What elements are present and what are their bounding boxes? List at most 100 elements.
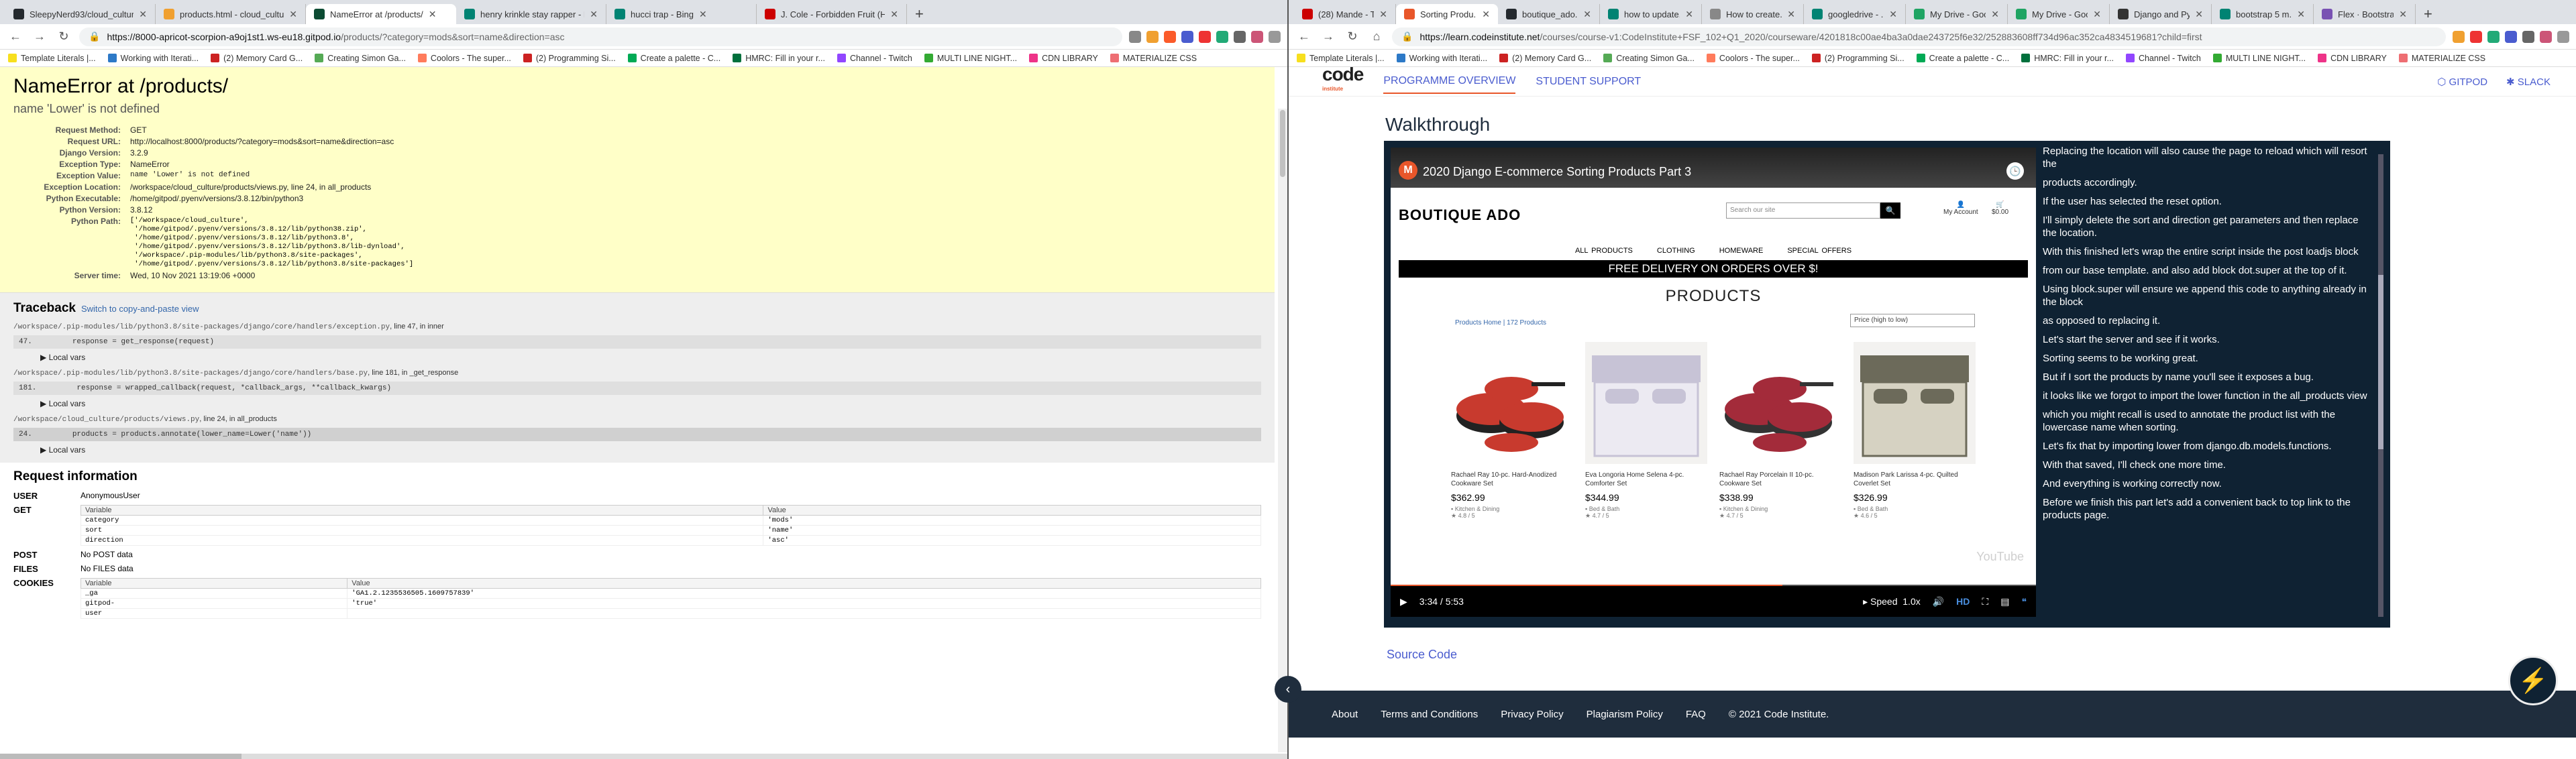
browser-tab[interactable]: hucci trap - Bing ✕	[606, 4, 757, 24]
slack-link[interactable]: ✱ SLACK	[2506, 76, 2551, 88]
new-tab-icon[interactable]: +	[907, 4, 932, 24]
transcript-line[interactable]: With this finished let's wrap the entire…	[2043, 245, 2367, 258]
browser-tab[interactable]: bootstrap 5 m... ✕	[2212, 4, 2314, 24]
home-icon[interactable]: ⌂	[1368, 30, 1385, 44]
bookmark-item[interactable]: Working with Iterati...	[107, 54, 199, 63]
extension-icon[interactable]	[2453, 30, 2465, 43]
bookmark-item[interactable]: Creating Simon Ga...	[315, 54, 406, 63]
captions-icon[interactable]: ▤	[2000, 596, 2009, 607]
extension-icon[interactable]	[1164, 30, 1176, 43]
horizontal-scrollbar[interactable]	[0, 754, 1287, 759]
bookmark-item[interactable]: CDN LIBRARY	[2318, 54, 2387, 63]
speed-control[interactable]: ▸ Speed 1.0x	[1863, 596, 1921, 607]
source-code-link[interactable]: Source Code	[1387, 648, 1457, 662]
video-player[interactable]: M 2020 Django E-commerce Sorting Product…	[1391, 148, 2036, 617]
video-title[interactable]: 2020 Django E-commerce Sorting Products …	[1423, 165, 1691, 179]
extension-icon[interactable]	[2505, 30, 2517, 43]
footer-link[interactable]: Privacy Policy	[1501, 709, 1563, 720]
transcript-line[interactable]: Sorting seems to be working great.	[2043, 352, 2367, 365]
bookmark-item[interactable]: HMRC: Fill in your r...	[733, 54, 825, 63]
close-icon[interactable]: ✕	[1583, 9, 1591, 20]
browser-tab[interactable]: (28) Mande - T... ✕	[1294, 4, 1396, 24]
transcript-line[interactable]: Replacing the location will also cause t…	[2043, 145, 2367, 170]
transcript-line[interactable]: as opposed to replacing it.	[2043, 314, 2367, 327]
forward-icon[interactable]: →	[31, 30, 48, 44]
bookmark-item[interactable]: Coolors - The super...	[1706, 54, 1800, 63]
close-icon[interactable]: ✕	[2093, 9, 2101, 20]
play-icon[interactable]: ▶	[1400, 596, 1407, 607]
browser-tab[interactable]: boutique_ado... ✕	[1498, 4, 1600, 24]
extension-icon[interactable]	[2487, 30, 2500, 43]
browser-tab[interactable]: Django and Pyt... ✕	[2110, 4, 2212, 24]
frame-code[interactable]: 181. response = wrapped_callback(request,…	[13, 382, 1261, 395]
browser-tab[interactable]: My Drive - Goo... ✕	[2008, 4, 2110, 24]
bookmark-item[interactable]: (2) Programming Si...	[1811, 54, 1904, 63]
bookmark-item[interactable]: Template Literals |...	[1297, 54, 1385, 63]
close-icon[interactable]: ✕	[590, 9, 598, 20]
volume-icon[interactable]: 🔊	[1933, 596, 1944, 607]
local-vars-toggle[interactable]: ▶ Local vars	[40, 445, 1261, 455]
back-icon[interactable]: ←	[7, 30, 24, 44]
browser-tab[interactable]: googledrive - ... ✕	[1804, 4, 1906, 24]
close-icon[interactable]: ✕	[1787, 9, 1795, 20]
close-icon[interactable]: ✕	[699, 9, 707, 20]
close-icon[interactable]: ✕	[2297, 9, 2305, 20]
bookmark-item[interactable]: MATERIALIZE CSS	[1110, 54, 1197, 63]
browser-tab[interactable]: products.html - cloud_culture ✕	[156, 4, 306, 24]
gitpod-link[interactable]: ⬡ GITPOD	[2437, 76, 2487, 88]
local-vars-toggle[interactable]: ▶ Local vars	[40, 399, 1261, 408]
browser-tab[interactable]: SleepyNerd93/cloud_culture ✕	[5, 4, 156, 24]
bookmark-item[interactable]: MATERIALIZE CSS	[2398, 54, 2485, 63]
bookmark-item[interactable]: Coolors - The super...	[417, 54, 511, 63]
bookmark-item[interactable]: Create a palette - C...	[1916, 54, 2009, 63]
close-icon[interactable]: ✕	[1889, 9, 1897, 20]
menu-icon[interactable]	[2557, 30, 2569, 43]
browser-tab[interactable]: How to create... ✕	[1702, 4, 1804, 24]
close-icon[interactable]: ✕	[429, 9, 437, 20]
bookmark-item[interactable]: Creating Simon Ga...	[1603, 54, 1695, 63]
bookmark-item[interactable]: CDN LIBRARY	[1029, 54, 1098, 63]
lightning-help-button[interactable]: ⚡	[2508, 656, 2558, 705]
address-bar[interactable]: 🔒 https://learn.codeinstitute.net/course…	[1392, 27, 2446, 46]
bookmark-item[interactable]: Working with Iterati...	[1396, 54, 1487, 63]
bookmark-item[interactable]: (2) Memory Card G...	[1499, 54, 1591, 63]
transcript-line[interactable]: Let's start the server and see if it wor…	[2043, 333, 2367, 346]
vertical-scrollbar[interactable]	[1278, 109, 1287, 752]
transcript-line[interactable]: Before we finish this part let's add a c…	[2043, 496, 2367, 522]
extension-icon[interactable]	[1181, 30, 1193, 43]
bookmark-item[interactable]: HMRC: Fill in your r...	[2021, 54, 2114, 63]
transcript-line[interactable]: which you might recall is used to annota…	[2043, 408, 2367, 434]
bookmark-item[interactable]: MULTI LINE NIGHT...	[2212, 54, 2306, 63]
close-icon[interactable]: ✕	[289, 9, 297, 20]
browser-tab[interactable]: how to update... ✕	[1600, 4, 1702, 24]
close-icon[interactable]: ✕	[890, 9, 898, 20]
switch-view-link[interactable]: Switch to copy-and-paste view	[81, 304, 199, 314]
bookmark-item[interactable]: Channel - Twitch	[837, 54, 912, 63]
browser-tab[interactable]: Flex · Bootstrap ✕	[2314, 4, 2416, 24]
forward-icon[interactable]: →	[1320, 30, 1337, 44]
close-icon[interactable]: ✕	[1685, 9, 1693, 20]
transcript-line[interactable]: With that saved, I'll check one more tim…	[2043, 459, 2367, 471]
avatar[interactable]	[2540, 30, 2552, 43]
frame-code[interactable]: 47. response = get_response(request)	[13, 335, 1261, 349]
close-icon[interactable]: ✕	[2195, 9, 2203, 20]
avatar[interactable]	[1251, 30, 1263, 43]
hd-toggle[interactable]: HD	[1956, 596, 1970, 607]
extension-icon[interactable]	[1216, 30, 1228, 43]
transcript-toggle-icon[interactable]: ❝	[2021, 596, 2027, 607]
close-icon[interactable]: ✕	[139, 9, 147, 20]
bookmark-item[interactable]: Create a palette - C...	[627, 54, 720, 63]
back-icon[interactable]: ←	[1295, 30, 1313, 44]
transcript-line[interactable]: Using block.super will ensure we append …	[2043, 283, 2367, 308]
transcript-line[interactable]: I'll simply delete the sort and directio…	[2043, 214, 2367, 239]
browser-tab[interactable]: henry krinkle stay rapper - Bing ✕	[456, 4, 606, 24]
extension-icon[interactable]	[1199, 30, 1211, 43]
code-institute-logo[interactable]: code institute	[1322, 64, 1364, 97]
browser-tab[interactable]: My Drive - Goo... ✕	[1906, 4, 2008, 24]
transcript-line[interactable]: products accordingly.	[2043, 176, 2367, 189]
nav-programme-overview[interactable]: PROGRAMME OVERVIEW	[1383, 70, 1516, 94]
nav-student-support[interactable]: STUDENT SUPPORT	[1536, 70, 1641, 93]
close-icon[interactable]: ✕	[1991, 9, 1999, 20]
transcript-scrollbar[interactable]	[2378, 154, 2383, 617]
footer-link[interactable]: Plagiarism Policy	[1587, 709, 1663, 720]
